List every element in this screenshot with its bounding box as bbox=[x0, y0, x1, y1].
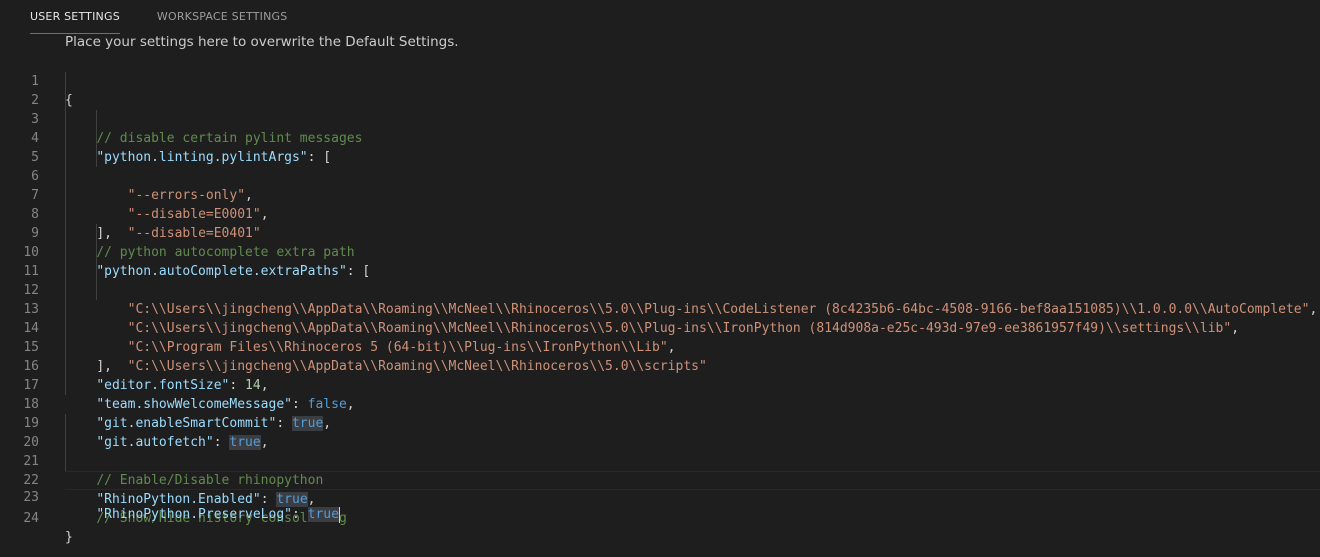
indent-guide bbox=[65, 148, 66, 167]
indent-guide bbox=[96, 243, 97, 262]
code-line: 6 "--disable=E0401" bbox=[0, 148, 1320, 241]
code-line-current: 23 "RhinoPython.PreserveLog": true bbox=[23, 471, 1320, 523]
indent-guide bbox=[65, 167, 66, 186]
indent-guide bbox=[96, 262, 97, 281]
code-line: 17 "git.enableSmartCommit": true, bbox=[0, 357, 1320, 431]
indent-guide bbox=[65, 433, 66, 452]
tab-user-settings[interactable]: USER SETTINGS bbox=[30, 0, 120, 34]
indent-guide bbox=[65, 319, 66, 338]
code-line: 22 // Show/Hide history console log bbox=[0, 452, 1320, 526]
indent-guide bbox=[65, 72, 66, 91]
indent-guide bbox=[65, 452, 66, 471]
code-line: 11 "C:\\Users\\jingcheng\\AppData\\Roami… bbox=[0, 243, 1320, 336]
code-line: 4 "--errors-only", bbox=[0, 110, 1320, 203]
code-line: 20 // Enable/Disable rhinopython bbox=[0, 414, 1320, 488]
code-line: 15 "editor.fontSize": 14, bbox=[0, 319, 1320, 393]
indent-guide bbox=[65, 205, 66, 224]
code-line: 14 ], bbox=[0, 300, 1320, 374]
indent-guide bbox=[65, 129, 66, 148]
indent-guide bbox=[65, 91, 66, 110]
code-line: 7 ], bbox=[0, 167, 1320, 241]
line-number: 24 bbox=[23, 511, 39, 526]
indent-guide bbox=[96, 110, 97, 129]
code-line: 5 "--disable=E0001", bbox=[0, 129, 1320, 222]
code-editor[interactable]: 1 { 2 // disable certain pylint messages… bbox=[0, 53, 1320, 545]
indent-guide bbox=[65, 110, 66, 129]
code-line: 13 "C:\\Users\\jingcheng\\AppData\\Roami… bbox=[0, 281, 1320, 374]
indent-guide bbox=[65, 300, 66, 319]
indent-guide bbox=[96, 224, 97, 243]
punctuation: : bbox=[291, 507, 308, 522]
indent-guide bbox=[65, 243, 66, 262]
code-line: 8 // python autocomplete extra path bbox=[0, 186, 1320, 260]
code-line: 16 "team.showWelcomeMessage": false, bbox=[0, 338, 1320, 412]
code-line: 24 } bbox=[0, 490, 1320, 545]
indent-guide bbox=[65, 224, 66, 243]
indent-guide bbox=[96, 148, 97, 167]
code-line: 18 "git.autofetch": true, bbox=[0, 376, 1320, 450]
code-line: 12 "C:\\Program Files\\Rhinoceros 5 (64-… bbox=[0, 262, 1320, 355]
settings-editor-window: USER SETTINGS WORKSPACE SETTINGS Place y… bbox=[0, 0, 1320, 557]
indent-guide bbox=[65, 262, 66, 281]
code-line: 1 { bbox=[0, 53, 1320, 108]
line-content: } bbox=[65, 528, 73, 547]
indent-guide bbox=[65, 376, 66, 395]
code-line: 10 "C:\\Users\\jingcheng\\AppData\\Roami… bbox=[0, 224, 1320, 317]
code-line: 21 "RhinoPython.Enabled": true, bbox=[0, 433, 1320, 507]
indent-guide bbox=[65, 186, 66, 205]
code-line: 9 "python.autoComplete.extraPaths": [ bbox=[0, 205, 1320, 279]
boolean-value-highlight: true bbox=[307, 507, 339, 522]
setting-key: "RhinoPython.PreserveLog" bbox=[96, 507, 292, 522]
code-line: 3 "python.linting.pylintArgs": [ bbox=[0, 91, 1320, 165]
close-brace: } bbox=[65, 530, 73, 545]
indent-guide bbox=[96, 281, 97, 300]
line-number: 22 bbox=[23, 473, 39, 488]
code-line: 19 bbox=[0, 395, 1320, 431]
indent-guide bbox=[65, 281, 66, 300]
settings-tabs: USER SETTINGS WORKSPACE SETTINGS bbox=[0, 0, 287, 34]
indent-guide bbox=[96, 129, 97, 148]
indent-guide bbox=[65, 414, 66, 433]
settings-banner: Place your settings here to overwrite th… bbox=[65, 34, 459, 50]
indent-guide bbox=[65, 338, 66, 357]
tab-workspace-settings[interactable]: WORKSPACE SETTINGS bbox=[157, 0, 288, 33]
indent-guide bbox=[65, 357, 66, 376]
code-line: 2 // disable certain pylint messages bbox=[0, 72, 1320, 146]
